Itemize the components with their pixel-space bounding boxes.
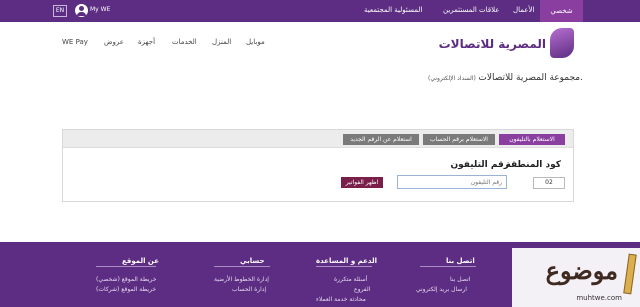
language-toggle[interactable]: EN bbox=[53, 5, 67, 17]
footer-title-contact: اتصل بنا bbox=[446, 257, 475, 265]
footer-title-support: الدعم و المساعدة bbox=[316, 257, 377, 265]
nav-item-services[interactable]: الخدمات bbox=[172, 38, 197, 46]
logo-swirl-icon bbox=[550, 28, 574, 58]
my-we-link[interactable]: My WE bbox=[90, 6, 110, 13]
footer-link-branches[interactable]: الفروع bbox=[354, 286, 370, 293]
footer-link-landlines[interactable]: إدارة الخطوط الأرضية bbox=[214, 276, 269, 283]
footer-divider bbox=[316, 266, 372, 267]
area-code-field[interactable]: 02 bbox=[533, 177, 565, 189]
phone-number-input[interactable] bbox=[397, 175, 507, 189]
page-subtitle: (السداد الإلكتروني) bbox=[428, 75, 476, 82]
topbar-link-personal[interactable]: شخصي bbox=[540, 0, 583, 22]
pencil-icon bbox=[623, 253, 637, 295]
footer-title-account: حسابي bbox=[240, 257, 265, 265]
inquiry-panel: الاستعلام بالتليفون الاستعلام برقم الحسا… bbox=[62, 129, 574, 202]
footer-divider bbox=[214, 266, 270, 267]
nav-item-mobile[interactable]: موبايل bbox=[246, 38, 265, 46]
footer-link-manage-account[interactable]: إدارة الحساب bbox=[232, 286, 266, 293]
user-icon[interactable] bbox=[75, 4, 88, 17]
watermark-url: muhtwe.com bbox=[576, 294, 622, 302]
tab-inquiry-new-number[interactable]: استعلام عن الرقم الجديد bbox=[343, 134, 419, 145]
footer-link-send-email[interactable]: ارسال بريد إلكتروني bbox=[416, 286, 467, 293]
watermark: موضوع muhtwe.com bbox=[512, 248, 640, 307]
footer-link-sitemap-personal[interactable]: خريطة الموقع (شخصي) bbox=[96, 276, 157, 283]
nav-item-home[interactable]: المنزل bbox=[212, 38, 231, 46]
nav-item-devices[interactable]: أجهزة bbox=[138, 38, 155, 46]
footer-link-faq[interactable]: أسئلة متكررة bbox=[334, 276, 367, 283]
phone-number-label: رقم التليفون bbox=[450, 160, 509, 170]
footer-link-contact-us[interactable]: اتصل بنا bbox=[450, 276, 470, 283]
footer-divider bbox=[96, 266, 156, 267]
topbar-link-investors[interactable]: علاقات المستثمرين bbox=[443, 6, 499, 14]
footer-divider bbox=[420, 266, 476, 267]
page-title: مجموعة المصرية للاتصالات. bbox=[478, 73, 583, 83]
watermark-text: موضوع bbox=[545, 256, 618, 285]
inquiry-tabs: الاستعلام بالتليفون الاستعلام برقم الحسا… bbox=[63, 130, 573, 148]
logo[interactable]: المصرية للاتصالات bbox=[439, 28, 574, 60]
top-bar: EN My WE المسئولية المجتمعية علاقات المس… bbox=[0, 0, 640, 22]
nav-item-offers[interactable]: عروض bbox=[104, 38, 124, 46]
nav-item-we-pay[interactable]: WE Pay bbox=[62, 38, 88, 46]
footer-title-about: عن الموقع bbox=[122, 257, 159, 265]
logo-text: المصرية للاتصالات bbox=[438, 37, 546, 51]
topbar-link-business[interactable]: الأعمال bbox=[513, 6, 534, 14]
topbar-link-csr[interactable]: المسئولية المجتمعية bbox=[364, 6, 422, 14]
tab-inquiry-by-account[interactable]: الاستعلام برقم الحساب bbox=[423, 134, 495, 145]
area-code-label: كود المنطقة bbox=[505, 160, 561, 170]
tab-inquiry-by-phone[interactable]: الاستعلام بالتليفون bbox=[499, 134, 565, 145]
footer-link-sitemap-business[interactable]: خريطة الموقع (شركات) bbox=[96, 286, 156, 293]
show-bills-button[interactable]: اظهر الفواتير bbox=[341, 177, 383, 188]
footer-link-chat[interactable]: محادثة خدمة العملاء bbox=[316, 296, 366, 303]
